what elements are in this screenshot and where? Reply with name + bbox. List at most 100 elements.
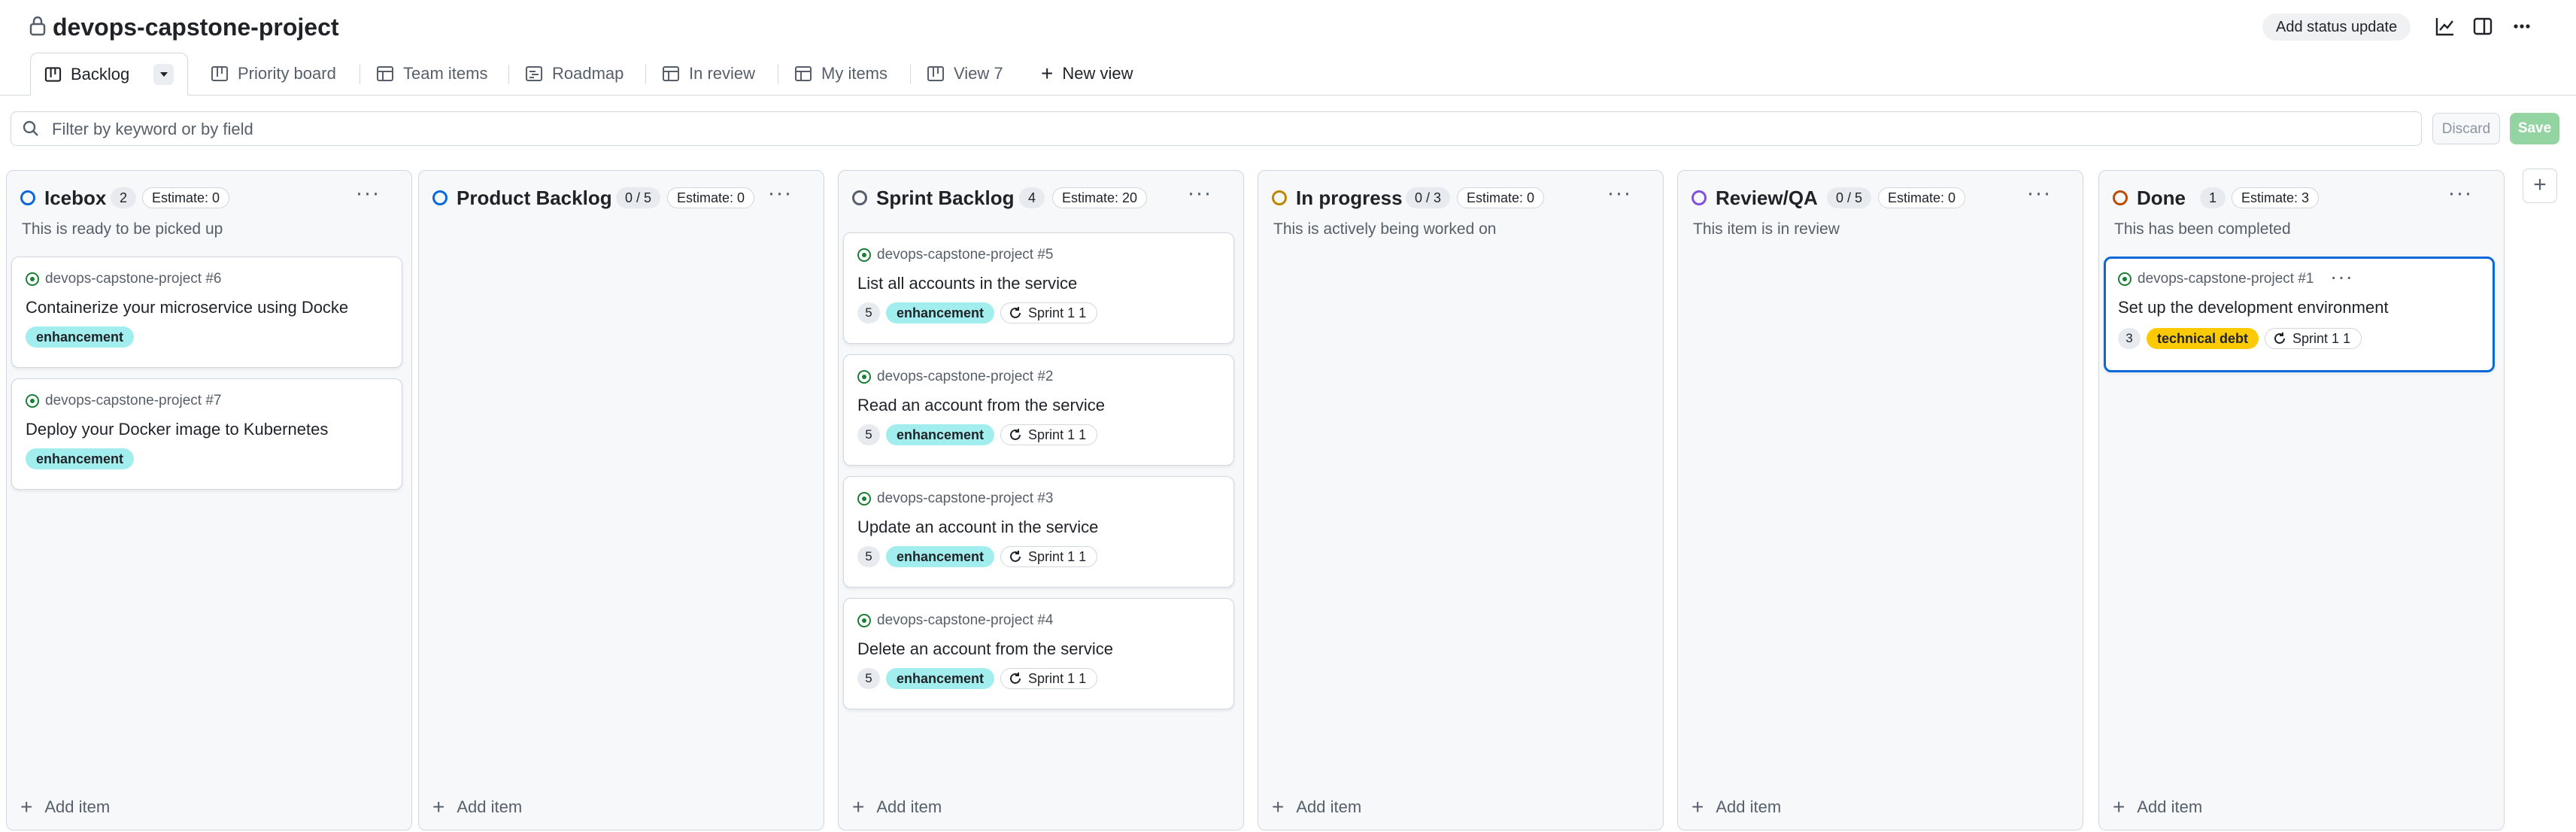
plus-icon: + bbox=[1041, 62, 1054, 85]
card-title[interactable]: List all accounts in the service bbox=[857, 274, 1218, 293]
issue-opened-icon bbox=[857, 248, 871, 262]
label-enhancement: enhancement bbox=[26, 326, 135, 348]
column-header: Done 1 Estimate: 3 ··· bbox=[2099, 171, 2504, 216]
layout-button[interactable] bbox=[2465, 9, 2500, 44]
view-options-button[interactable] bbox=[153, 63, 174, 85]
estimate-value: 5 bbox=[857, 424, 880, 445]
tab-view-7[interactable]: View 7 bbox=[927, 53, 1003, 95]
discard-button[interactable]: Discard bbox=[2432, 113, 2500, 144]
label-technical-debt: technical debt bbox=[2147, 328, 2259, 349]
tab-label: Roadmap bbox=[552, 64, 624, 83]
issue-opened-icon bbox=[857, 614, 871, 627]
repo-ref[interactable]: devops-capstone-project #4 bbox=[877, 612, 1053, 629]
chart-icon bbox=[2435, 18, 2453, 36]
filter-input[interactable] bbox=[50, 112, 2385, 147]
item-card[interactable]: devops-capstone-project #7 Deploy your D… bbox=[11, 378, 402, 490]
card-repo: devops-capstone-project #5 bbox=[857, 247, 1053, 263]
tab-label: In review bbox=[689, 64, 756, 83]
iteration-icon bbox=[2274, 332, 2286, 344]
repo-ref[interactable]: devops-capstone-project #7 bbox=[45, 393, 221, 409]
tab-backlog[interactable]: Backlog bbox=[30, 53, 188, 96]
project-title[interactable]: devops-capstone-project bbox=[53, 11, 339, 44]
add-status-update-button[interactable]: Add status update bbox=[2262, 14, 2411, 41]
column-header: Product Backlog 0 / 5 Estimate: 0 ··· bbox=[419, 171, 824, 216]
column-menu-button[interactable]: ··· bbox=[2024, 182, 2054, 211]
column-menu-button[interactable]: ··· bbox=[765, 182, 795, 211]
repo-ref[interactable]: devops-capstone-project #1 bbox=[2138, 271, 2314, 287]
item-card[interactable]: devops-capstone-project #4 Delete an acc… bbox=[843, 598, 1234, 709]
tab-divider bbox=[910, 65, 911, 84]
card-title[interactable]: Delete an account from the service bbox=[857, 639, 1218, 659]
column-icebox: Icebox 2 Estimate: 0 ··· This is ready t… bbox=[6, 170, 412, 830]
card-repo: devops-capstone-project #4 bbox=[857, 612, 1053, 629]
tab-in-review[interactable]: In review bbox=[662, 53, 755, 95]
estimate-total: Estimate: 0 bbox=[1878, 187, 1966, 208]
add-column-button[interactable]: + bbox=[2523, 169, 2557, 203]
insights-button[interactable] bbox=[2428, 9, 2462, 44]
add-item-button[interactable]: + Add item bbox=[1692, 795, 1781, 819]
repo-ref[interactable]: devops-capstone-project #3 bbox=[877, 490, 1053, 507]
board-icon bbox=[211, 66, 228, 81]
tab-label: Priority board bbox=[238, 64, 336, 83]
estimate-total: Estimate: 3 bbox=[2232, 187, 2320, 208]
add-item-button[interactable]: + Add item bbox=[20, 795, 110, 819]
column-header: Review/QA 0 / 5 Estimate: 0 ··· bbox=[1678, 171, 2083, 216]
tab-team-items[interactable]: Team items bbox=[376, 53, 487, 95]
card-title[interactable]: Update an account in the service bbox=[857, 518, 1218, 537]
item-card[interactable]: devops-capstone-project #2 Read an accou… bbox=[843, 354, 1234, 466]
iteration-icon bbox=[1010, 673, 1021, 684]
roadmap-icon bbox=[526, 66, 542, 81]
card-title[interactable]: Read an account from the service bbox=[857, 396, 1218, 415]
lock-icon bbox=[29, 16, 46, 36]
more-options-button[interactable] bbox=[2505, 9, 2539, 44]
new-view-button[interactable]: + New view bbox=[1041, 53, 1133, 95]
card-title[interactable]: Set up the development environment bbox=[2118, 298, 2479, 317]
add-item-button[interactable]: + Add item bbox=[2113, 795, 2202, 819]
column-menu-button[interactable]: ··· bbox=[353, 182, 383, 211]
tab-priority-board[interactable]: Priority board bbox=[211, 53, 336, 95]
card-title[interactable]: Deploy your Docker image to Kubernetes bbox=[26, 420, 387, 439]
add-item-button[interactable]: + Add item bbox=[1272, 795, 1361, 819]
estimate-total: Estimate: 0 bbox=[142, 187, 230, 208]
item-card-selected[interactable]: devops-capstone-project #1 ··· Set up th… bbox=[2104, 257, 2495, 372]
save-button[interactable]: Save bbox=[2510, 113, 2559, 144]
column-header: Sprint Backlog 4 Estimate: 20 ··· bbox=[839, 171, 1243, 216]
column-description: This is actively being worked on bbox=[1273, 220, 1497, 238]
repo-ref[interactable]: devops-capstone-project #6 bbox=[45, 271, 221, 287]
column-menu-button[interactable]: ··· bbox=[1604, 182, 1634, 211]
add-item-button[interactable]: + Add item bbox=[432, 795, 522, 819]
card-title[interactable]: Containerize your microservice using Doc… bbox=[26, 298, 387, 317]
sprint-field: Sprint 1 1 bbox=[1000, 668, 1098, 689]
column-header: Icebox 2 Estimate: 0 ··· bbox=[7, 171, 411, 216]
repo-ref[interactable]: devops-capstone-project #5 bbox=[877, 247, 1053, 263]
table-icon bbox=[377, 66, 393, 81]
item-card[interactable]: devops-capstone-project #3 Update an acc… bbox=[843, 476, 1234, 588]
tab-label: View 7 bbox=[954, 64, 1003, 83]
column-menu-button[interactable]: ··· bbox=[2445, 182, 2475, 211]
tab-my-items[interactable]: My items bbox=[794, 53, 887, 95]
card-menu-button[interactable]: ··· bbox=[2330, 265, 2353, 289]
column-title: Sprint Backlog bbox=[876, 187, 1015, 209]
card-fields: 5 enhancement Sprint 1 1 bbox=[857, 424, 1098, 445]
status-circle-icon bbox=[1692, 190, 1707, 205]
item-count: 1 bbox=[2200, 187, 2226, 208]
status-circle-icon bbox=[432, 190, 448, 205]
plus-icon: + bbox=[1692, 795, 1704, 818]
label-enhancement: enhancement bbox=[886, 424, 995, 445]
sprint-label: Sprint 1 1 bbox=[1028, 549, 1087, 564]
column-title: Done bbox=[2137, 187, 2186, 209]
view-tabs: Backlog Priority board Team items Roadma… bbox=[0, 53, 2576, 96]
plus-icon: + bbox=[852, 795, 865, 818]
card-repo: devops-capstone-project #7 bbox=[26, 393, 221, 409]
repo-ref[interactable]: devops-capstone-project #2 bbox=[877, 369, 1053, 385]
item-card[interactable]: devops-capstone-project #5 List all acco… bbox=[843, 232, 1234, 344]
column-menu-button[interactable]: ··· bbox=[1185, 182, 1215, 211]
plus-icon: + bbox=[2113, 795, 2125, 818]
tab-label: New view bbox=[1062, 64, 1133, 83]
filter-bar[interactable] bbox=[11, 111, 2422, 147]
tab-roadmap[interactable]: Roadmap bbox=[525, 53, 624, 95]
add-item-button[interactable]: + Add item bbox=[852, 795, 942, 819]
item-card[interactable]: devops-capstone-project #6 Containerize … bbox=[11, 257, 402, 368]
sprint-label: Sprint 1 1 bbox=[1028, 305, 1087, 320]
column-title: In progress bbox=[1296, 187, 1403, 209]
